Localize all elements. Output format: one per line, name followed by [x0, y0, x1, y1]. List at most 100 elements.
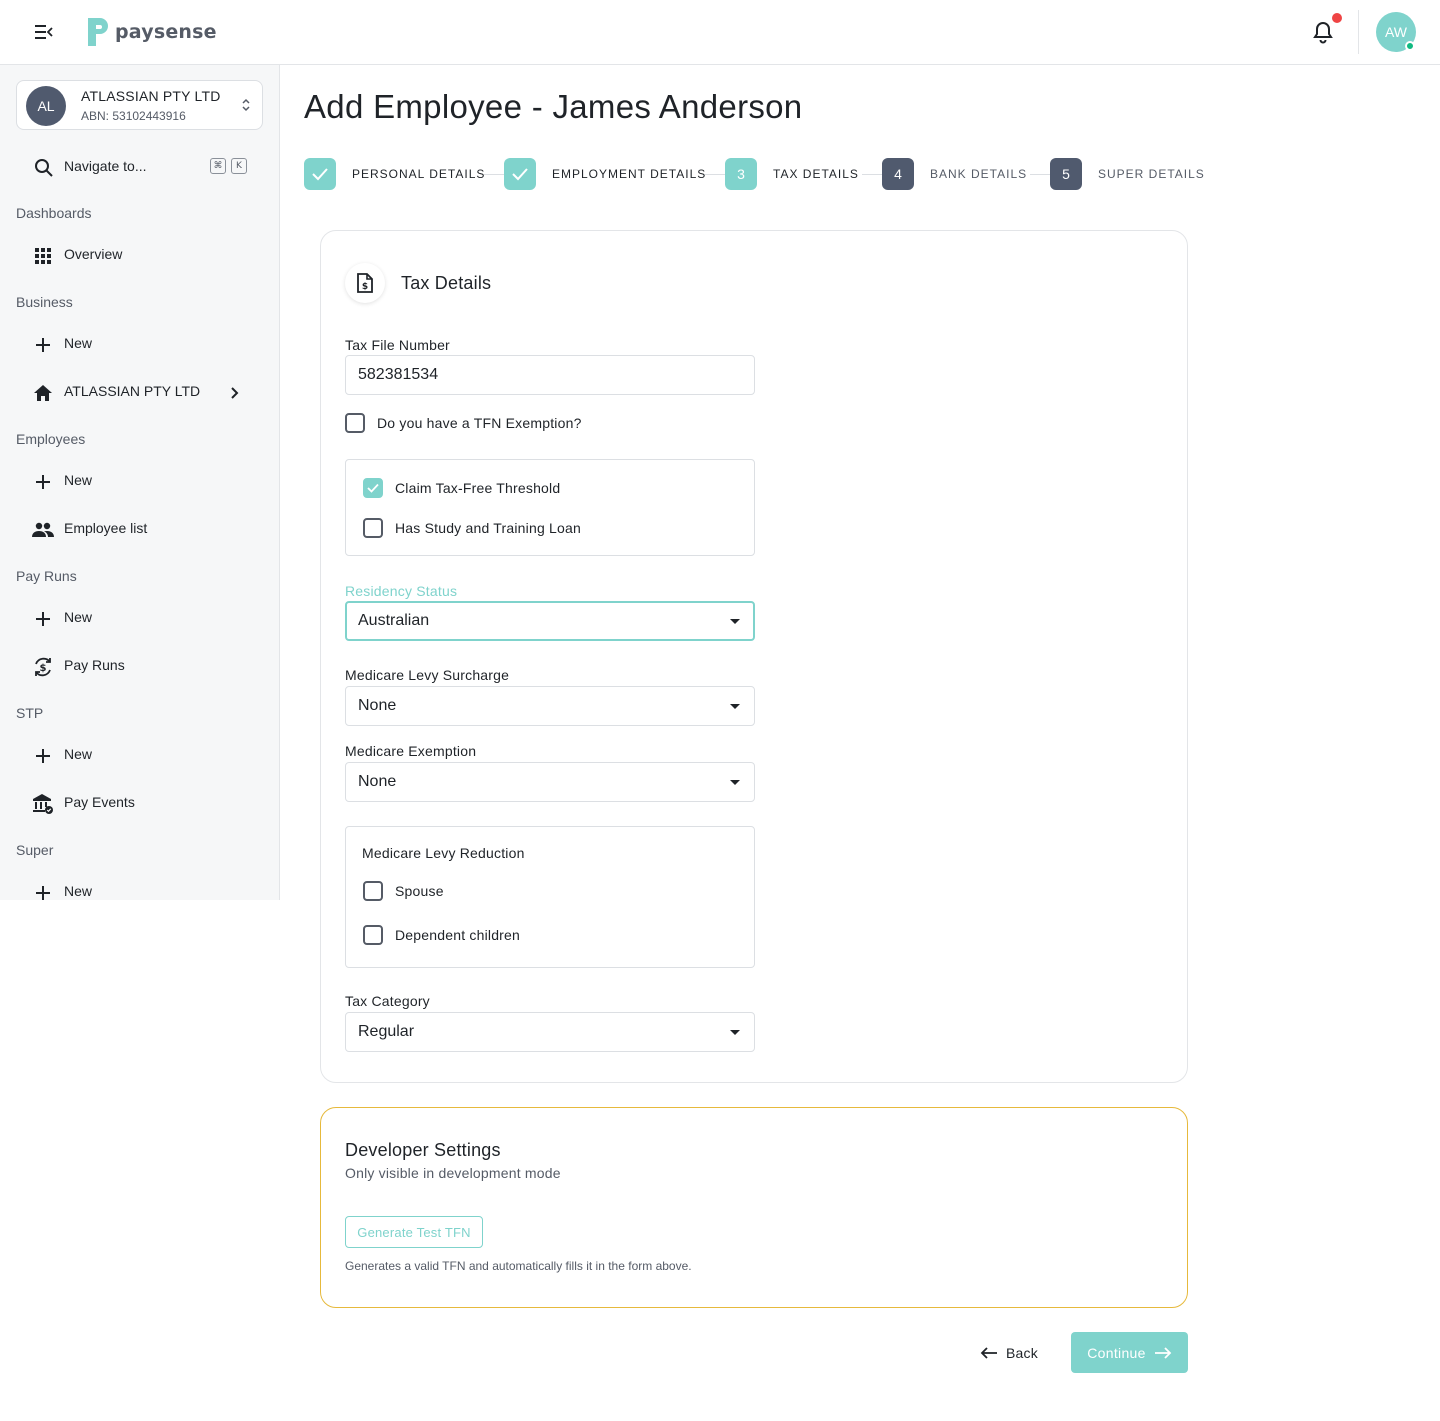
- plus-icon: [32, 745, 54, 767]
- sidebar-item-label: ATLASSIAN PTY LTD: [64, 383, 201, 399]
- shortcut-k-key: K: [231, 158, 247, 174]
- logo-mark-icon: [88, 18, 108, 46]
- spouse-row[interactable]: Spouse: [363, 879, 763, 903]
- svg-text:$: $: [40, 663, 47, 674]
- menu-collapse-icon[interactable]: [33, 21, 55, 43]
- shortcut-cmd-key: ⌘: [210, 158, 226, 174]
- section-super: Super: [16, 842, 54, 858]
- section-employees: Employees: [16, 431, 86, 447]
- caret-down-icon: [730, 780, 740, 785]
- chevron-right-icon: [231, 387, 239, 399]
- section-pay-runs: Pay Runs: [16, 568, 77, 584]
- card-title: Tax Details: [401, 273, 492, 293]
- tfn-exemption-checkbox[interactable]: [345, 413, 365, 433]
- step-4-label: BANK DETAILS: [930, 167, 1028, 181]
- sidebar-item-pay-events[interactable]: Pay Events: [32, 788, 252, 818]
- step-1-check[interactable]: [304, 158, 336, 190]
- organization-switcher[interactable]: AL ATLASSIAN PTY LTD ABN: 53102443916: [16, 80, 263, 130]
- bank-check-icon: [32, 793, 54, 815]
- medicare-exemption-value: None: [358, 773, 397, 790]
- sidebar-item-payruns-new[interactable]: New: [32, 603, 252, 633]
- plus-icon: [32, 882, 54, 900]
- sidebar-item-super-new[interactable]: New: [32, 877, 252, 900]
- claim-threshold-row[interactable]: Claim Tax-Free Threshold: [363, 476, 763, 500]
- surcharge-label: Medicare Levy Surcharge: [345, 667, 510, 683]
- tfn-exemption-checkbox-row[interactable]: Do you have a TFN Exemption?: [345, 411, 745, 435]
- tfn-input[interactable]: [345, 355, 755, 395]
- chevron-up-down-icon: [242, 98, 250, 112]
- page-title: Add Employee - James Anderson: [304, 88, 803, 125]
- continue-label: Continue: [1087, 1344, 1146, 1361]
- sidebar-item-overview[interactable]: Overview: [32, 240, 252, 270]
- check-icon: [367, 483, 379, 493]
- sidebar-item-label: Pay Events: [64, 794, 135, 810]
- dependents-row[interactable]: Dependent children: [363, 923, 763, 947]
- back-label: Back: [1006, 1345, 1038, 1361]
- dependents-checkbox[interactable]: [363, 925, 383, 945]
- tax-category-value: Regular: [358, 1023, 415, 1040]
- threshold-group: Claim Tax-Free Threshold Has Study and T…: [345, 459, 755, 556]
- org-avatar: AL: [26, 86, 66, 126]
- sidebar-item-label: Overview: [64, 246, 123, 262]
- dev-settings-title: Developer Settings: [345, 1140, 501, 1160]
- section-stp: STP: [16, 705, 44, 721]
- sidebar-item-employee-list[interactable]: Employee list: [32, 514, 252, 544]
- study-loan-row[interactable]: Has Study and Training Loan: [363, 516, 763, 540]
- org-name: ATLASSIAN PTY LTD: [81, 88, 221, 104]
- sidebar-item-label: New: [64, 883, 93, 899]
- sidebar-item-label: New: [64, 746, 93, 762]
- residency-label: Residency Status: [345, 583, 458, 599]
- continue-button[interactable]: Continue: [1071, 1332, 1188, 1373]
- sidebar-item-employees-new[interactable]: New: [32, 466, 252, 496]
- developer-settings-card: Developer Settings Only visible in devel…: [320, 1107, 1188, 1308]
- spouse-checkbox[interactable]: [363, 881, 383, 901]
- tax-category-select[interactable]: Regular: [345, 1012, 755, 1052]
- sidebar-item-label: New: [64, 335, 93, 351]
- paysense-logo[interactable]: paysense: [86, 16, 217, 48]
- logo-text: paysense: [115, 21, 217, 43]
- sidebar-item-pay-runs[interactable]: $ Pay Runs: [32, 651, 252, 681]
- medicare-exemption-select[interactable]: None: [345, 762, 755, 802]
- caret-down-icon: [730, 619, 740, 624]
- tax-document-icon: $: [345, 263, 385, 303]
- section-dashboards: Dashboards: [16, 205, 92, 221]
- notification-dot: [1332, 13, 1342, 23]
- section-business: Business: [16, 294, 73, 310]
- tax-category-label: Tax Category: [345, 993, 430, 1009]
- study-loan-label: Has Study and Training Loan: [395, 520, 581, 536]
- generate-test-tfn-button[interactable]: Generate Test TFN: [345, 1216, 483, 1248]
- claim-threshold-label: Claim Tax-Free Threshold: [395, 480, 561, 496]
- sidebar-item-business-new[interactable]: New: [32, 329, 252, 359]
- arrow-right-icon: [1154, 1346, 1171, 1359]
- sidebar-item-business-org[interactable]: ATLASSIAN PTY LTD: [32, 377, 252, 407]
- step-4-number[interactable]: 4: [882, 158, 914, 190]
- spouse-label: Spouse: [395, 883, 444, 899]
- dev-settings-note: Generates a valid TFN and automatically …: [345, 1259, 692, 1273]
- claim-threshold-checkbox[interactable]: [363, 478, 383, 498]
- back-button[interactable]: Back: [980, 1333, 1058, 1373]
- residency-value: Australian: [358, 612, 430, 629]
- step-3-label: TAX DETAILS: [773, 167, 859, 181]
- check-icon: [312, 168, 328, 181]
- sidebar-item-label: New: [64, 609, 93, 625]
- sidebar-item-stp-new[interactable]: New: [32, 740, 252, 770]
- step-1-label: PERSONAL DETAILS: [352, 167, 486, 181]
- residency-select[interactable]: Australian: [345, 601, 755, 641]
- step-3-number[interactable]: 3: [725, 158, 757, 190]
- search-icon: [35, 159, 53, 177]
- online-status-dot: [1405, 41, 1415, 51]
- step-2-check[interactable]: [504, 158, 536, 190]
- step-5-number[interactable]: 5: [1050, 158, 1082, 190]
- plus-icon: [32, 608, 54, 630]
- levy-reduction-title: Medicare Levy Reduction: [362, 845, 525, 861]
- notification-bell-icon[interactable]: [1312, 20, 1334, 44]
- sidebar-item-label: New: [64, 472, 93, 488]
- tfn-label: Tax File Number: [345, 337, 450, 353]
- org-abn: ABN: 53102443916: [81, 109, 186, 123]
- study-loan-checkbox[interactable]: [363, 518, 383, 538]
- people-icon: [32, 519, 54, 541]
- step-connector: [484, 174, 504, 175]
- surcharge-select[interactable]: None: [345, 686, 755, 726]
- navigate-search[interactable]: Navigate to... ⌘ K: [32, 153, 252, 181]
- arrow-left-icon: [980, 1347, 997, 1359]
